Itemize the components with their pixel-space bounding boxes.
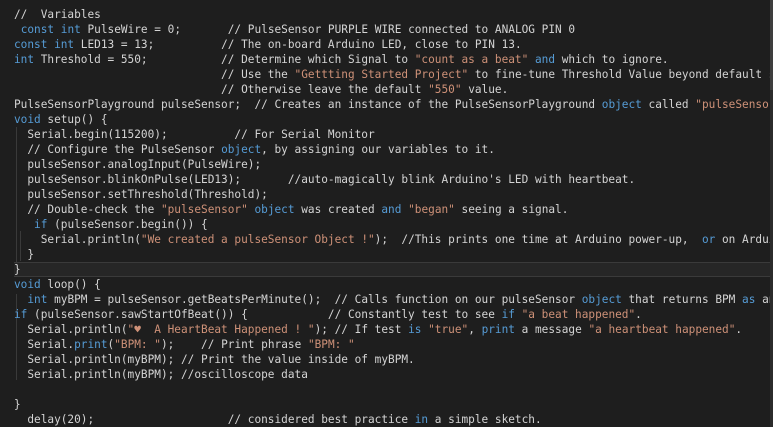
code-line-18[interactable]: } [14,262,771,277]
code-line-28[interactable]: delay(20); // considered best practice i… [14,412,771,427]
code-line-20[interactable]: int myBPM = pulseSensor.getBeatsPerMinut… [14,292,771,307]
code-line-21[interactable]: if (pulseSensor.sawStartOfBeat()) { // C… [14,307,771,322]
code-line-6[interactable]: // Otherwise leave the default "550" val… [14,82,771,97]
code-line-26[interactable] [14,382,771,397]
code-line-25[interactable]: Serial.println(myBPM); //oscilloscope da… [14,367,771,382]
code-line-19[interactable]: void loop() { [14,277,771,292]
code-line-22[interactable]: Serial.println("♥ A HeartBeat Happened !… [14,322,771,337]
code-line-17[interactable]: } [14,247,771,262]
code-line-1[interactable]: // Variables [14,7,771,22]
code-line-3[interactable]: const int LED13 = 13; // The on-board Ar… [14,37,771,52]
code-line-7[interactable]: PulseSensorPlayground pulseSensor; // Cr… [14,97,771,112]
code-line-12[interactable]: pulseSensor.blinkOnPulse(LED13); //auto-… [14,172,771,187]
code-line-24[interactable]: Serial.println(myBPM); // Print the valu… [14,352,771,367]
code-line-2[interactable]: const int PulseWire = 0; // PulseSensor … [14,22,771,37]
code-line-9[interactable]: Serial.begin(115200); // For Serial Moni… [14,127,771,142]
code-line-11[interactable]: pulseSensor.analogInput(PulseWire); [14,157,771,172]
code-line-15[interactable]: if (pulseSensor.begin()) { [14,217,771,232]
code-line-10[interactable]: // Configure the PulseSensor object, by … [14,142,771,157]
code-line-27[interactable]: } [14,397,771,412]
code-line-5[interactable]: // Use the "Gettting Started Project" to… [14,67,771,82]
code-line-4[interactable]: int Threshold = 550; // Determine which … [14,52,771,67]
code-line-23[interactable]: Serial.print("BPM: "); // Print phrase "… [14,337,771,352]
code-line-16[interactable]: Serial.println("We created a pulseSensor… [14,232,771,247]
code-editor[interactable]: // Variables const int PulseWire = 0; //… [0,0,773,427]
code-line-13[interactable]: pulseSensor.setThreshold(Threshold); [14,187,771,202]
code-line-14[interactable]: // Double-check the "pulseSensor" object… [14,202,771,217]
code-line-8[interactable]: void setup() { [14,112,771,127]
